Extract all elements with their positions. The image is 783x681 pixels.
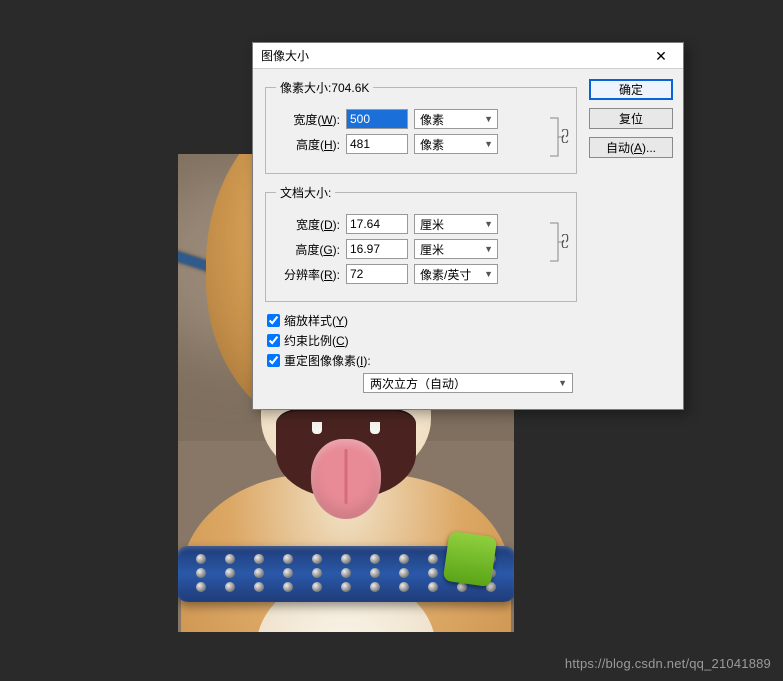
width-px-input[interactable]	[346, 109, 408, 129]
chevron-down-icon: ▼	[484, 139, 493, 149]
document-size-legend: 文档大小:	[276, 184, 335, 201]
auto-button[interactable]: 自动(A)...	[589, 137, 673, 158]
constrain-link-icon[interactable]	[548, 216, 570, 268]
height-doc-input[interactable]	[346, 239, 408, 259]
document-size-group: 文档大小: 宽度(D): 厘米 ▼ 高度(G): 厘米 ▼	[265, 184, 577, 302]
resolution-unit-select[interactable]: 像素/英寸 ▼	[414, 264, 498, 284]
resolution-label: 分辨率(R):	[276, 266, 340, 283]
width-doc-label: 宽度(D):	[276, 216, 340, 233]
resample-method-select[interactable]: 两次立方（自动） ▼	[363, 373, 573, 393]
height-px-label: 高度(H):	[276, 136, 340, 153]
dialog-title: 图像大小	[261, 47, 309, 64]
height-px-input[interactable]	[346, 134, 408, 154]
pixel-dimensions-group: 像素大小:704.6K 宽度(W): 像素 ▼ 高度(H): 像素 ▼	[265, 79, 577, 174]
resample-checkbox[interactable]: 重定图像像素(I):	[267, 352, 671, 369]
width-doc-unit-select[interactable]: 厘米 ▼	[414, 214, 498, 234]
width-doc-input[interactable]	[346, 214, 408, 234]
height-px-unit-select[interactable]: 像素 ▼	[414, 134, 498, 154]
chevron-down-icon: ▼	[484, 244, 493, 254]
resolution-input[interactable]	[346, 264, 408, 284]
image-size-dialog: 图像大小 ✕ 确定 复位 自动(A)... 像素大小:704.6K 宽度(W):…	[252, 42, 684, 410]
scale-styles-checkbox[interactable]: 缩放样式(Y)	[267, 312, 671, 329]
constrain-link-icon[interactable]	[548, 111, 570, 163]
dialog-titlebar[interactable]: 图像大小 ✕	[253, 43, 683, 69]
chevron-down-icon: ▼	[558, 378, 567, 388]
chevron-down-icon: ▼	[484, 269, 493, 279]
close-icon: ✕	[655, 49, 667, 63]
chevron-down-icon: ▼	[484, 219, 493, 229]
watermark-text: https://blog.csdn.net/qq_21041889	[565, 656, 771, 671]
close-button[interactable]: ✕	[643, 45, 679, 67]
height-doc-unit-select[interactable]: 厘米 ▼	[414, 239, 498, 259]
pixel-dimensions-legend: 像素大小:704.6K	[276, 79, 373, 96]
reset-button[interactable]: 复位	[589, 108, 673, 129]
chevron-down-icon: ▼	[484, 114, 493, 124]
height-doc-label: 高度(G):	[276, 241, 340, 258]
width-px-label: 宽度(W):	[276, 111, 340, 128]
constrain-proportions-checkbox[interactable]: 约束比例(C)	[267, 332, 671, 349]
ok-button[interactable]: 确定	[589, 79, 673, 100]
width-px-unit-select[interactable]: 像素 ▼	[414, 109, 498, 129]
